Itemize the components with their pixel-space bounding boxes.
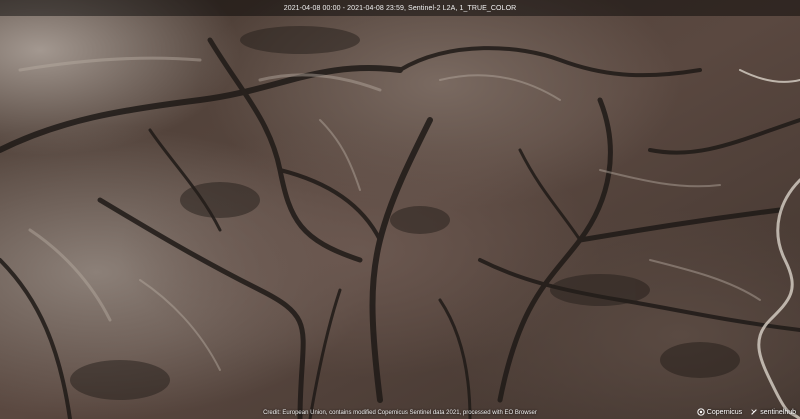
satellite-imagery[interactable] xyxy=(0,0,800,419)
copernicus-label: Copernicus xyxy=(706,408,743,416)
sentinelhub-logo: sentinelhub xyxy=(750,408,796,416)
map-viewport[interactable]: 2021-04-08 00:00 - 2021-04-08 23:59, Sen… xyxy=(0,0,800,419)
sentinelhub-label: sentinelhub xyxy=(760,408,796,416)
sentinelhub-icon xyxy=(751,409,757,415)
copernicus-icon xyxy=(697,408,705,416)
acquisition-info: 2021-04-08 00:00 - 2021-04-08 23:59, Sen… xyxy=(283,4,517,12)
date-header: 2021-04-08 00:00 - 2021-04-08 23:59, Sen… xyxy=(0,0,800,16)
copernicus-logo: Copernicus xyxy=(697,408,742,416)
credit-text: Credit: European Union, contains modifie… xyxy=(263,410,537,416)
logo-group: Copernicus sentinelhub xyxy=(697,408,796,416)
